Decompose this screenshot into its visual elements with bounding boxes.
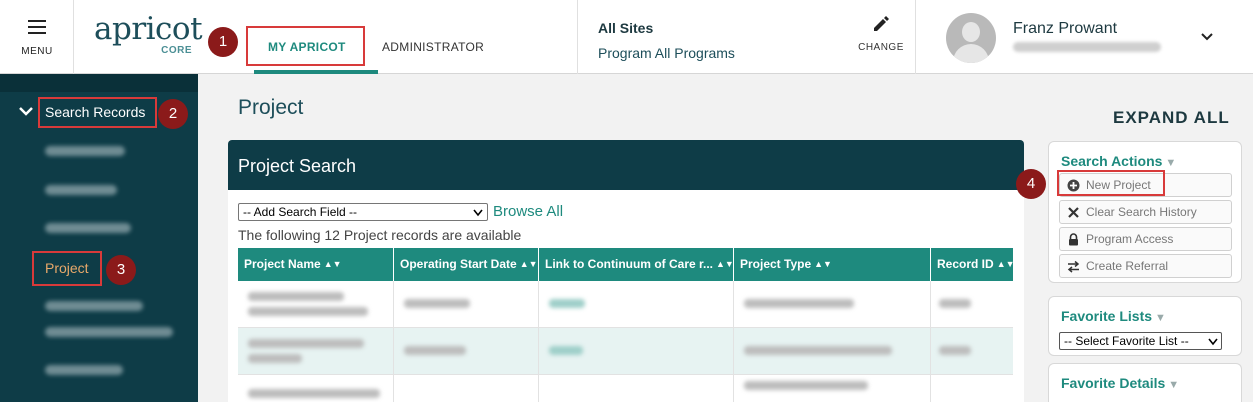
sidebar-item-blurred[interactable] [45,223,131,233]
create-referral-button[interactable]: Create Referral [1059,254,1232,278]
avatar[interactable] [946,13,996,63]
user-name: Franz Prowant [1013,20,1118,37]
header-divider [577,0,578,74]
sidebar-item-blurred[interactable] [45,301,143,311]
callout-badge-3: 3 [106,255,136,285]
chevron-down-icon: ▼ [1168,379,1180,391]
column-header-continuum-of-care[interactable]: Link to Continuum of Care r... ▲▼ [539,248,734,281]
chevron-down-icon[interactable] [18,103,34,119]
records-count-text: The following 12 Project records are ava… [238,227,522,243]
tab-administrator[interactable]: ADMINISTRATOR [382,40,484,54]
chevron-down-icon[interactable] [1200,30,1214,44]
callout-badge-4: 4 [1016,169,1046,199]
chevron-down-icon [473,209,483,217]
menu-label: MENU [21,46,53,57]
sort-icon: ▲▼ [996,259,1013,270]
favorite-details-title[interactable]: Favorite Details ▼ [1061,375,1179,391]
favorite-lists-box: Favorite Lists ▼ -- Select Favorite List … [1048,296,1242,356]
sidebar-item-blurred[interactable] [45,185,117,195]
favorite-details-box: Favorite Details ▼ [1048,363,1242,402]
active-tab-indicator [254,70,378,74]
sites-title: All Sites [598,20,654,36]
table-row[interactable] [238,328,1013,375]
logo-word: apricot [94,11,203,47]
column-header-project-name[interactable]: Project Name ▲▼ [238,248,394,281]
sidebar-item-blurred[interactable] [45,365,123,375]
logo-core: CORE [161,45,192,56]
column-header-operating-start-date[interactable]: Operating Start Date ▲▼ [394,248,539,281]
table-row[interactable] [238,375,1013,402]
callout-box-new-project [1057,170,1165,196]
search-actions-title[interactable]: Search Actions ▼ [1061,153,1176,169]
add-search-field-select[interactable]: -- Add Search Field -- [238,203,488,221]
sidebar-item-blurred[interactable] [45,146,125,156]
x-icon [1068,207,1079,218]
change-label: CHANGE [858,42,904,53]
browse-all-link[interactable]: Browse All [493,203,563,220]
add-search-field-value: -- Add Search Field -- [243,205,358,219]
tab-my-apricot[interactable]: MY APRICOT [268,40,346,54]
transfer-icon [1067,260,1080,273]
expand-all-link[interactable]: EXPAND ALL [1113,108,1230,128]
favorite-list-select[interactable]: -- Select Favorite List -- [1059,332,1222,350]
favorite-lists-title[interactable]: Favorite Lists ▼ [1061,308,1166,324]
panel-header: Project Search [228,140,1024,190]
callout-badge-1: 1 [208,27,238,57]
user-detail-blurred [1013,42,1161,52]
change-button[interactable]: CHANGE [852,14,910,53]
sidebar-top-strip [0,74,198,92]
top-bar: MENU apricot CORE 1 MY APRICOT ADMINISTR… [0,0,1253,74]
table-header: Project Name ▲▼ Operating Start Date ▲▼ Li… [238,248,1013,281]
panel-title: Project Search [238,156,357,176]
clear-search-history-button[interactable]: Clear Search History [1059,200,1232,224]
column-header-project-type[interactable]: Project Type ▲▼ [734,248,931,281]
search-actions-box: Search Actions ▼ New Project Clear Search… [1048,141,1242,283]
sort-icon: ▲▼ [814,259,832,270]
apricot-logo[interactable]: apricot CORE [94,12,204,62]
chevron-down-icon: ▼ [1165,157,1177,169]
callout-badge-2: 2 [158,99,188,129]
pencil-icon [874,16,889,31]
column-header-record-id[interactable]: Record ID ▲▼ [931,248,1013,281]
callout-box-search-records [38,97,157,128]
menu-icon [28,20,46,38]
program-access-button[interactable]: Program Access [1059,227,1232,251]
header-divider [915,0,916,74]
sidebar-item-blurred[interactable] [45,327,173,337]
sort-icon: ▲▼ [323,259,342,270]
sidebar: Search Records 2 Project 3 [0,74,198,402]
lock-icon [1069,233,1078,246]
project-search-panel: Project Search -- Add Search Field -- Br… [228,140,1024,402]
menu-button[interactable]: MENU [0,0,74,74]
table-row[interactable] [238,281,1013,328]
chevron-down-icon [1208,338,1218,346]
callout-box-project [32,251,102,286]
sites-program: Program All Programs [598,45,735,61]
chevron-down-icon: ▼ [1155,312,1166,324]
sort-icon: ▲▼ [519,259,538,270]
page-title: Project [238,96,304,119]
sort-icon: ▲▼ [716,259,734,270]
